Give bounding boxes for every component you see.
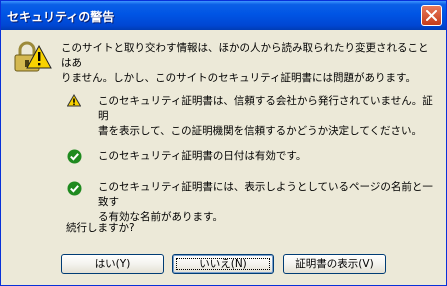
message-line: りません。しかし、このサイトのセキュリティ証明書には問題があります。 [61,72,417,84]
check-item: このセキュリティ証明書には、表示しようとしているページの名前と一致す る有効な名… [98,180,438,225]
check-icon [67,149,82,164]
security-message: このサイトと取り交わす情報は、ほかの人から読み取られたり変更されることはあ りま… [61,41,431,86]
check-item: このセキュリティ証明書の日付は有効です。 [98,149,438,164]
close-button[interactable] [421,5,442,26]
no-button[interactable]: いいえ(N) [172,254,274,274]
check-line: 書を表示して、この証明機関を信頼するかどうか決定してください。 [98,125,423,137]
check-line: る有効な名前があります。 [98,211,223,223]
security-warning-dialog: セキュリティの警告 このサイトと取り交わす情報は、ほかの人から読み取られたり変更… [0,0,447,286]
focus-indicator [176,258,270,270]
view-certificate-label: 証明書の表示(V) [295,258,374,270]
close-icon [426,10,437,21]
check-icon [67,181,82,196]
lock-warning-icon [14,41,52,72]
window-title: セキュリティの警告 [7,10,115,24]
title-bar[interactable]: セキュリティの警告 [1,1,446,30]
view-certificate-button[interactable]: 証明書の表示(V) [283,254,386,274]
warning-icon [67,94,81,107]
check-line: このセキュリティ証明書は、信頼する会社から発行されていません。証明 [98,95,433,122]
check-item: このセキュリティ証明書は、信頼する会社から発行されていません。証明 書を表示して… [98,94,438,139]
yes-button-label: はい(Y) [94,258,131,270]
check-line: このセキュリティ証明書の日付は有効です。 [98,150,307,162]
check-line: このセキュリティ証明書には、表示しようとしているページの名前と一致す [98,181,433,208]
yes-button[interactable]: はい(Y) [61,254,164,274]
message-line: このサイトと取り交わす情報は、ほかの人から読み取られたり変更されることはあ [61,42,429,69]
continue-question: 続行しますか? [66,222,135,234]
dialog-body: このサイトと取り交わす情報は、ほかの人から読み取られたり変更されることはあ りま… [4,30,443,282]
